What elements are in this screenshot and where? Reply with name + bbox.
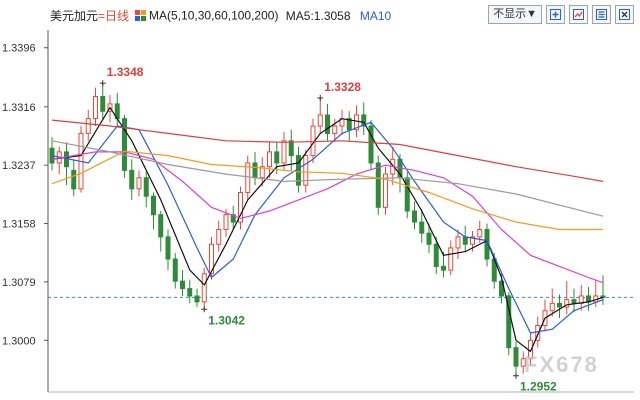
candle[interactable] xyxy=(455,229,461,260)
y-tick-label: 1.3079 xyxy=(2,277,36,289)
candle[interactable] xyxy=(383,166,388,215)
candle-body xyxy=(194,295,200,303)
candle[interactable] xyxy=(462,225,468,252)
candle[interactable] xyxy=(368,120,374,171)
candle-body xyxy=(549,302,555,312)
candle[interactable] xyxy=(187,279,193,304)
candle[interactable] xyxy=(49,137,55,171)
candle[interactable] xyxy=(216,220,222,252)
candle-body xyxy=(404,177,410,212)
candle-body xyxy=(448,247,454,271)
candle-body xyxy=(223,214,229,230)
candle[interactable] xyxy=(238,186,243,230)
candle-body xyxy=(93,95,98,120)
candle[interactable] xyxy=(129,159,135,200)
candle-body xyxy=(317,114,323,127)
candle[interactable] xyxy=(281,131,287,171)
candle[interactable] xyxy=(513,341,519,376)
candle[interactable] xyxy=(122,114,127,178)
y-tick-label: 1.3237 xyxy=(2,160,36,172)
candle[interactable] xyxy=(361,102,367,135)
candle-body xyxy=(426,232,432,245)
price-annotation-low: 1.3042 xyxy=(208,313,245,327)
candle-body xyxy=(143,177,149,197)
candle-body xyxy=(158,214,164,238)
candle-body xyxy=(85,118,91,134)
price-annotation-low: 1.2952 xyxy=(520,380,557,394)
candle-body xyxy=(129,169,135,190)
candle-body xyxy=(252,162,258,179)
candle[interactable] xyxy=(448,240,454,276)
candle[interactable] xyxy=(172,253,178,289)
candle[interactable] xyxy=(143,171,149,208)
candle-body xyxy=(187,288,193,297)
candle-body xyxy=(375,162,381,208)
candle-body xyxy=(71,169,77,190)
candle[interactable] xyxy=(151,192,156,230)
candle-body xyxy=(433,243,439,267)
candlestick-chart[interactable]: 1.3396 1.3316 1.3237 1.3158 1.3079 1.3000 1.3… xyxy=(0,0,640,400)
candle[interactable] xyxy=(325,103,330,141)
candle[interactable] xyxy=(201,267,207,310)
candle[interactable] xyxy=(100,83,106,121)
watermark-logo: FX678 xyxy=(524,352,599,377)
candle-body xyxy=(557,302,562,308)
candle-body xyxy=(267,151,272,168)
candle-body xyxy=(165,236,171,260)
candle[interactable] xyxy=(375,155,381,215)
candle[interactable] xyxy=(71,159,77,197)
candle[interactable] xyxy=(339,109,345,135)
candle[interactable] xyxy=(317,97,323,134)
candle-body xyxy=(274,151,280,164)
ma100-line xyxy=(51,150,603,231)
candle-body xyxy=(151,195,156,216)
candle[interactable] xyxy=(93,87,98,127)
candle-body xyxy=(216,228,222,245)
candle[interactable] xyxy=(542,299,548,332)
ma5-line xyxy=(51,106,604,353)
candle[interactable] xyxy=(194,288,200,308)
candle[interactable] xyxy=(180,270,185,296)
candle-body xyxy=(441,265,446,271)
candle-body xyxy=(288,140,294,157)
candle-body xyxy=(180,280,185,290)
candle[interactable] xyxy=(56,146,62,175)
candle-body xyxy=(462,236,468,245)
candle-body xyxy=(455,236,461,249)
candle[interactable] xyxy=(85,109,91,141)
candle-body xyxy=(136,177,142,190)
candle-body xyxy=(477,228,483,238)
y-tick-label: 1.3316 xyxy=(2,102,36,114)
candle[interactable] xyxy=(412,201,417,230)
candle[interactable] xyxy=(267,142,272,178)
candle[interactable] xyxy=(165,229,171,271)
y-tick-label: 1.3396 xyxy=(2,43,36,55)
candle[interactable] xyxy=(571,288,577,313)
y-tick-label: 1.3000 xyxy=(2,335,36,347)
candle[interactable] xyxy=(78,126,84,193)
candle[interactable] xyxy=(557,294,562,319)
price-annotation-high: 1.3328 xyxy=(324,80,361,94)
candle[interactable] xyxy=(245,155,251,200)
candle-body xyxy=(100,95,106,112)
candle[interactable] xyxy=(303,149,309,193)
candle[interactable] xyxy=(136,170,142,197)
candle-body xyxy=(325,114,330,134)
candle-body xyxy=(172,258,178,282)
candle[interactable] xyxy=(252,151,258,186)
candle-body xyxy=(281,140,287,164)
price-annotation-high: 1.3348 xyxy=(107,65,144,79)
y-tick-label: 1.3158 xyxy=(2,219,36,231)
candle[interactable] xyxy=(346,111,352,141)
candle[interactable] xyxy=(586,287,591,311)
candle[interactable] xyxy=(158,211,164,252)
candle-body xyxy=(419,221,425,234)
candle-body xyxy=(571,299,577,304)
candle-body xyxy=(332,125,338,134)
ma30-line xyxy=(51,151,604,284)
candle-body xyxy=(412,210,417,223)
candle-body xyxy=(513,347,519,367)
candle-body xyxy=(201,273,207,303)
